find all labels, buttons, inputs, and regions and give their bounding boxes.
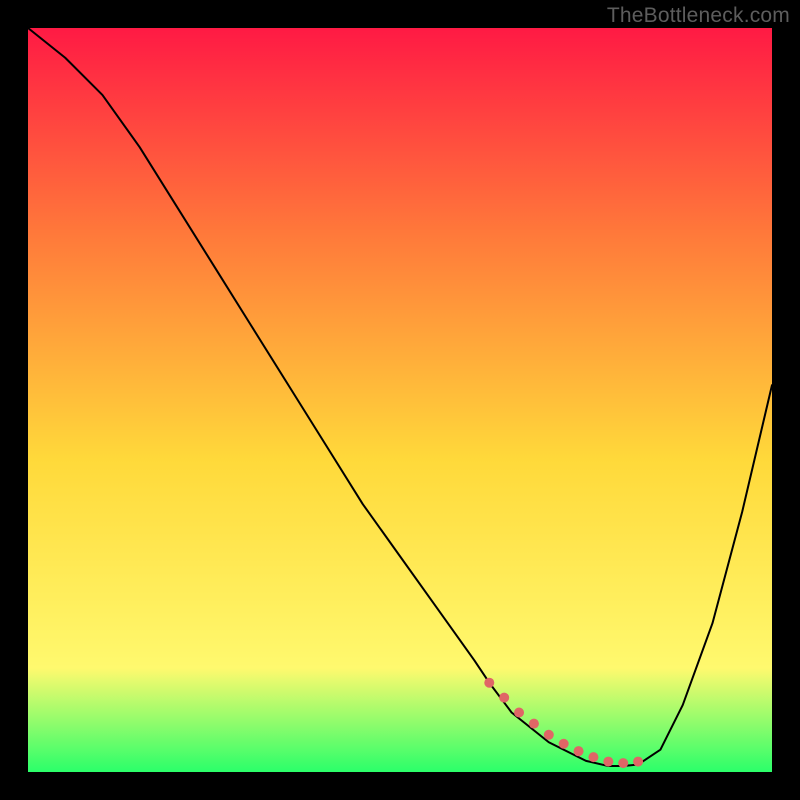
watermark-text: TheBottleneck.com — [607, 4, 790, 28]
highlight-dot — [603, 757, 613, 767]
highlight-dot — [484, 678, 494, 688]
highlight-dot — [574, 746, 584, 756]
plot-area — [28, 28, 772, 772]
highlight-dot — [514, 707, 524, 717]
highlight-dot — [618, 758, 628, 768]
highlight-dot — [529, 719, 539, 729]
highlight-dot — [544, 730, 554, 740]
highlight-dot — [499, 693, 509, 703]
highlight-dot — [588, 752, 598, 762]
gradient-bg — [28, 28, 772, 772]
chart-svg — [28, 28, 772, 772]
chart-frame: TheBottleneck.com — [0, 0, 800, 800]
highlight-dot — [559, 739, 569, 749]
highlight-dot — [633, 757, 643, 767]
